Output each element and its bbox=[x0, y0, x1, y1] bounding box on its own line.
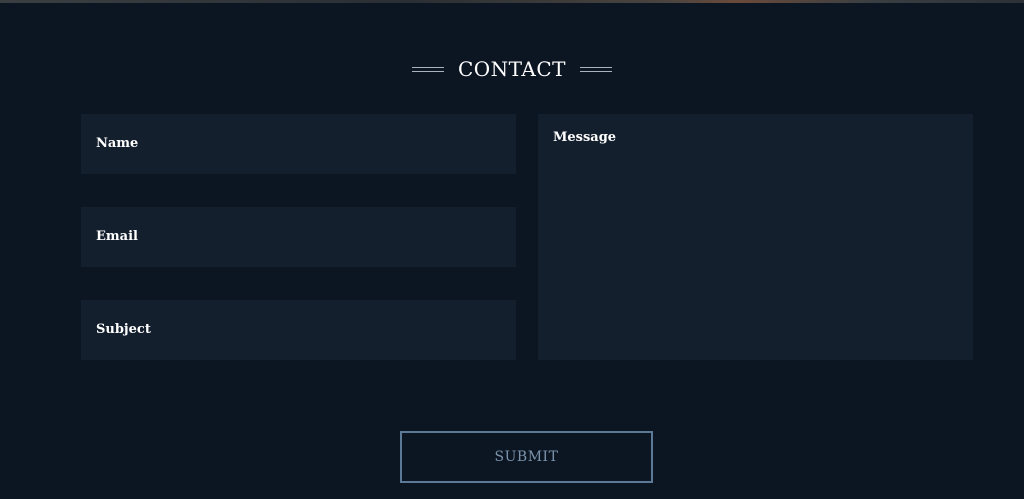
subject-placeholder: Subject bbox=[96, 322, 151, 337]
name-field[interactable]: Name bbox=[81, 114, 516, 174]
email-field[interactable]: Email bbox=[81, 207, 516, 267]
message-placeholder: Message bbox=[553, 130, 617, 145]
top-image-strip bbox=[0, 0, 1024, 3]
heading-decoration-left bbox=[411, 66, 444, 72]
page-title: CONTACT bbox=[457, 57, 567, 81]
submit-button-label: SUBMIT bbox=[494, 449, 559, 465]
name-placeholder: Name bbox=[96, 136, 139, 151]
heading-decoration-right bbox=[580, 66, 613, 72]
submit-button[interactable]: SUBMIT bbox=[400, 431, 653, 483]
section-heading: CONTACT bbox=[0, 54, 1024, 84]
message-textarea[interactable]: Message bbox=[538, 114, 973, 360]
subject-field[interactable]: Subject bbox=[81, 300, 516, 360]
email-placeholder: Email bbox=[96, 229, 138, 244]
